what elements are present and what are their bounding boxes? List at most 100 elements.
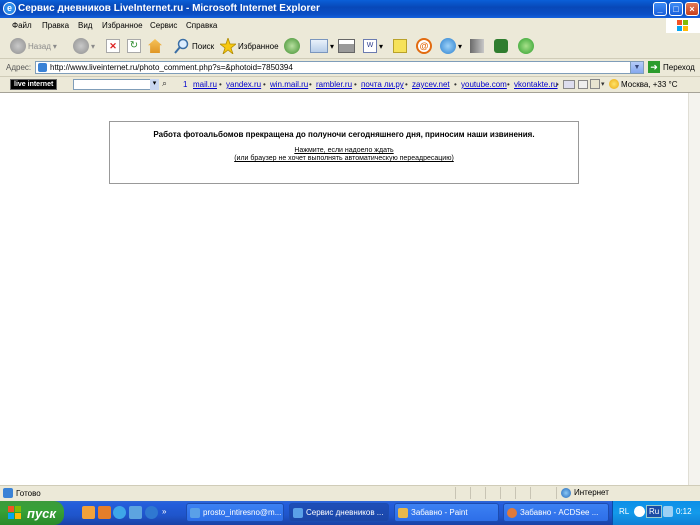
print-icon xyxy=(338,39,355,53)
menu-file[interactable]: Файл xyxy=(12,21,32,30)
quicklaunch-icon[interactable] xyxy=(129,506,142,519)
link-zaycev[interactable]: zaycev.net xyxy=(412,80,450,89)
links-dropdown-icon[interactable]: ▾ xyxy=(601,80,605,88)
links-search-dropdown-icon[interactable]: ▾ xyxy=(150,79,159,90)
minimize-button[interactable]: _ xyxy=(653,2,667,16)
messenger-dropdown-icon[interactable]: ▾ xyxy=(458,42,462,51)
forward-dropdown-icon[interactable]: ▾ xyxy=(91,42,95,51)
quicklaunch-icon[interactable] xyxy=(98,506,111,519)
close-button[interactable]: × xyxy=(685,2,699,16)
at-mail-button[interactable]: @ xyxy=(416,37,432,55)
links-search-icon[interactable]: ⌕ xyxy=(162,78,174,90)
quicklaunch-icon[interactable] xyxy=(145,506,158,519)
internet-globe-icon xyxy=(561,488,571,498)
back-label: Назад xyxy=(28,41,51,51)
quicklaunch-icon[interactable] xyxy=(82,506,95,519)
go-label: Переход xyxy=(663,62,695,72)
menu-tools[interactable]: Сервис xyxy=(150,21,177,30)
volume-icon[interactable] xyxy=(663,506,673,517)
research-button[interactable] xyxy=(470,37,484,55)
link-separator: • xyxy=(454,80,457,89)
keyboard-layout[interactable]: Ru xyxy=(646,505,663,518)
status-segment xyxy=(530,487,555,499)
link-rambler[interactable]: rambler.ru xyxy=(316,80,352,89)
status-segment xyxy=(455,487,470,499)
address-bar: Адрес: http://www.liveinternet.ru/photo_… xyxy=(0,59,700,77)
link-mail-ru[interactable]: mail.ru xyxy=(193,80,217,89)
links-news-icon[interactable] xyxy=(578,80,588,89)
back-dropdown-icon[interactable]: ▾ xyxy=(53,42,57,51)
address-url[interactable]: http://www.liveinternet.ru/photo_comment… xyxy=(50,63,293,72)
messenger-button[interactable]: ▾ xyxy=(440,37,462,55)
at-sign-icon: @ xyxy=(416,38,432,54)
back-button[interactable]: Назад ▾ xyxy=(10,37,57,55)
back-arrow-icon xyxy=(10,38,26,54)
task-item[interactable]: Забавно - ACDSee ... xyxy=(503,503,609,522)
zone-segment: Интернет xyxy=(556,487,700,499)
continue-link[interactable]: Нажмите, если надоело ждать xyxy=(110,147,578,154)
task-item[interactable]: prosto_intiresno@m... xyxy=(186,503,284,522)
address-input[interactable]: http://www.liveinternet.ru/photo_comment… xyxy=(35,61,644,74)
link-youtube[interactable]: youtube.com xyxy=(461,80,507,89)
link-pochta[interactable]: почта ли.ру xyxy=(361,80,404,89)
links-search-input[interactable] xyxy=(73,79,159,90)
menu-bar: Файл Правка Вид Избранное Сервис Справка xyxy=(0,18,700,34)
search-button[interactable]: Поиск xyxy=(174,37,214,55)
history-icon xyxy=(284,38,300,54)
system-tray: RL Ru 0:12 xyxy=(612,501,700,525)
contacts-button[interactable] xyxy=(518,37,534,55)
language-indicator[interactable]: RL xyxy=(619,507,629,516)
favorites-label: Избранное xyxy=(238,41,279,51)
stop-button[interactable]: ✕ xyxy=(106,37,120,55)
menu-view[interactable]: Вид xyxy=(78,21,92,30)
edit-dropdown-icon[interactable]: ▾ xyxy=(379,42,383,51)
address-dropdown-icon[interactable]: ▼ xyxy=(630,62,643,73)
tray-icon[interactable] xyxy=(634,506,645,517)
gear-icon xyxy=(494,39,508,53)
task-label: prosto_intiresno@m... xyxy=(203,508,282,517)
quicklaunch-ie-icon[interactable] xyxy=(113,506,126,519)
task-item-active[interactable]: Сервис дневников ... xyxy=(289,503,389,522)
task-ie-icon xyxy=(293,507,303,518)
research-icon xyxy=(470,39,484,53)
menu-favorites[interactable]: Избранное xyxy=(102,21,143,30)
word-icon: W xyxy=(363,39,377,53)
window-title: Сервис дневников LiveInternet.ru - Micro… xyxy=(18,3,320,14)
task-label: Забавно - Paint xyxy=(411,508,468,517)
edit-word-button[interactable]: W ▾ xyxy=(363,37,383,55)
status-segment xyxy=(470,487,485,499)
forward-button[interactable]: ▾ xyxy=(73,37,95,55)
link-separator: • xyxy=(354,80,357,89)
liveinternet-logo[interactable]: live internet xyxy=(10,79,58,90)
menu-help[interactable]: Справка xyxy=(186,21,217,30)
clock[interactable]: 0:12 xyxy=(676,507,692,516)
link-win-mail[interactable]: win.mail.ru xyxy=(270,80,308,89)
menu-edit[interactable]: Правка xyxy=(42,21,69,30)
quicklaunch-more-icon[interactable]: » xyxy=(162,507,166,516)
home-button[interactable] xyxy=(148,37,162,55)
link-vkontakte[interactable]: vkontakte.ru xyxy=(514,80,558,89)
print-button[interactable] xyxy=(338,37,355,55)
plugin-button[interactable] xyxy=(494,37,508,55)
go-button[interactable]: ➜ Переход xyxy=(648,61,695,73)
page-icon xyxy=(38,63,47,72)
redirect-link[interactable]: (или браузер не хочет выполнять автомати… xyxy=(110,155,578,162)
title-bar[interactable]: e Сервис дневников LiveInternet.ru - Mic… xyxy=(0,0,700,18)
refresh-button[interactable]: ↻ xyxy=(127,37,141,55)
mail-dropdown-icon[interactable]: ▾ xyxy=(330,42,334,51)
mail-button[interactable]: ▾ xyxy=(310,37,334,55)
weather-sun-icon xyxy=(609,79,619,89)
start-button[interactable]: пуск xyxy=(0,501,64,525)
favorites-button[interactable]: Избранное xyxy=(220,37,279,55)
task-item[interactable]: Забавно - Paint xyxy=(394,503,499,522)
links-mail-icon[interactable] xyxy=(563,80,575,89)
vertical-scrollbar[interactable] xyxy=(688,93,700,485)
links-image-icon[interactable] xyxy=(590,79,600,89)
windows-flag-icon xyxy=(8,506,21,519)
discuss-button[interactable] xyxy=(393,37,407,55)
maximize-button[interactable]: □ xyxy=(669,2,683,16)
links-counter[interactable]: 1 xyxy=(183,80,187,89)
link-yandex[interactable]: yandex.ru xyxy=(226,80,261,89)
messenger-icon xyxy=(440,38,456,54)
history-button[interactable] xyxy=(284,37,300,55)
